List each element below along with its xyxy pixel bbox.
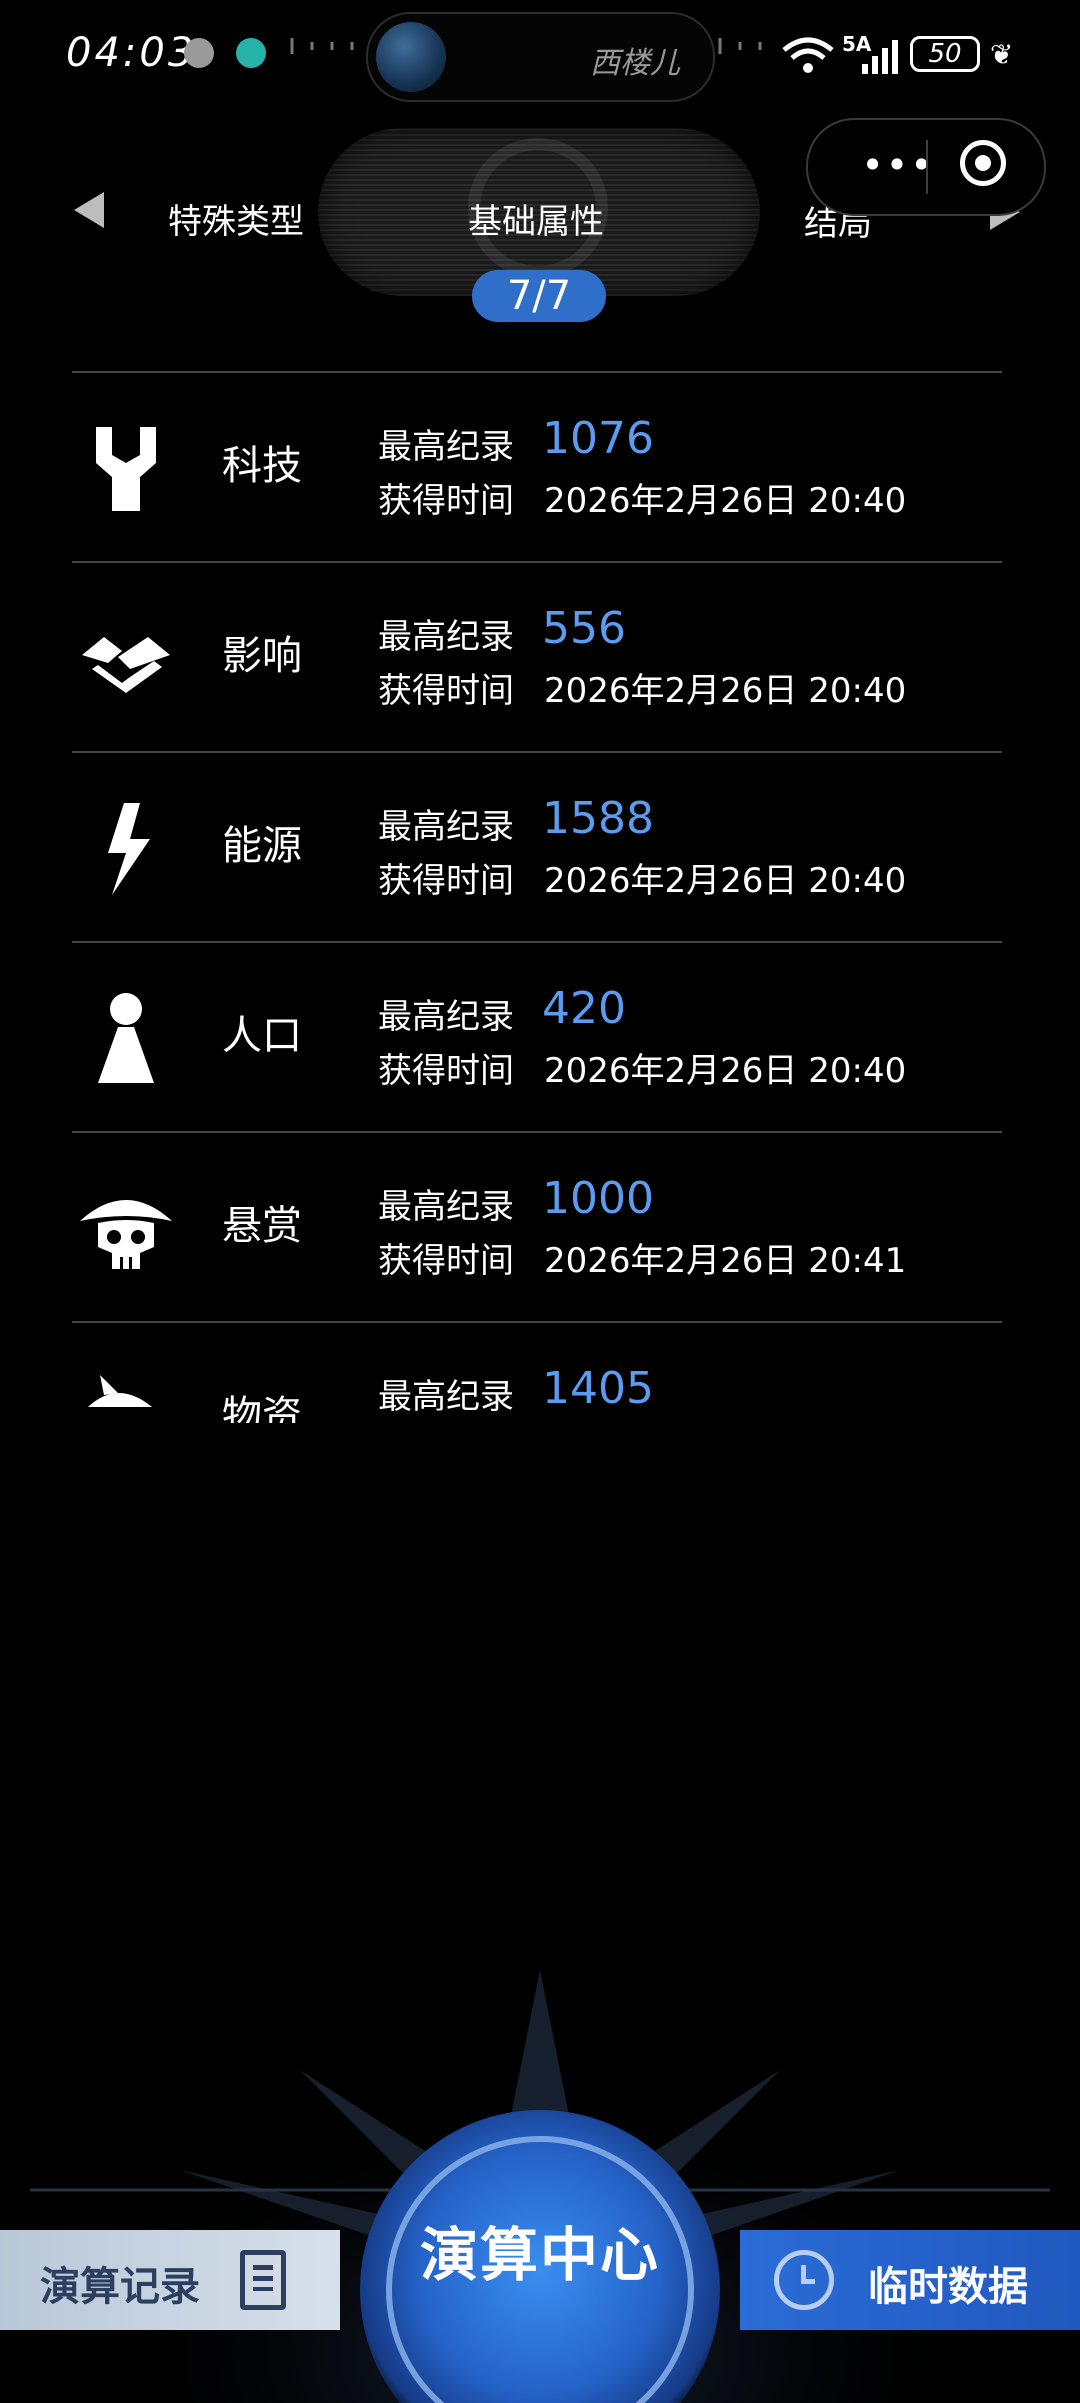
record-value: 1076: [542, 413, 654, 464]
temp-data-tab[interactable]: 临时数据: [740, 2230, 1080, 2330]
lightning-icon: [108, 803, 150, 895]
leaf-icon: ❦: [990, 38, 1014, 71]
tab-prev[interactable]: 特殊类型: [168, 194, 304, 243]
tab-current[interactable]: 基础属性: [468, 194, 604, 243]
record-value: 420: [542, 983, 626, 1034]
record-value: 1000: [542, 1173, 654, 1224]
record-name: 影响: [222, 633, 302, 679]
bottom-nav: 演算记录 临时数据 演算中心: [0, 1930, 1080, 2403]
calc-center-label: 演算中心: [419, 2221, 660, 2289]
record-date: 2026年2月26日 20:41: [544, 1241, 907, 1281]
dynamic-island: 西楼儿: [366, 12, 715, 102]
miniprogram-capsule: •••: [806, 118, 1046, 216]
clock-icon: [774, 2250, 834, 2310]
more-button[interactable]: •••: [838, 120, 958, 214]
status-ticks-right: [718, 38, 762, 54]
record-row-tech[interactable]: 科技 最高纪录 1076 获得时间 2026年2月26日 20:40: [72, 373, 1002, 561]
record-date: 2026年2月26日 20:40: [544, 671, 907, 711]
record-name: 人口: [222, 1013, 302, 1059]
document-icon: [240, 2250, 286, 2310]
record-label: 最高纪录: [378, 807, 514, 847]
supplies-icon: [88, 1375, 152, 1407]
battery-indicator: 50: [910, 36, 980, 72]
record-label: 最高纪录: [378, 617, 514, 657]
time-label: 获得时间: [378, 671, 514, 711]
time-label: 获得时间: [378, 1051, 514, 1091]
record-date: 2026年2月26日 20:40: [544, 481, 907, 521]
records-list: 科技 最高纪录 1076 获得时间 2026年2月26日 20:40 影响 最高…: [72, 371, 1002, 1423]
calc-record-label: 演算记录: [40, 2264, 200, 2310]
close-target-button[interactable]: [960, 140, 1006, 186]
record-row-energy[interactable]: 能源 最高纪录 1588 获得时间 2026年2月26日 20:40: [72, 753, 1002, 941]
page-indicator: 7/7: [472, 270, 606, 322]
time-label: 获得时间: [378, 481, 514, 521]
record-name: 物资: [222, 1393, 302, 1423]
prev-arrow-icon[interactable]: [74, 192, 104, 228]
notification-icon: [184, 38, 214, 68]
globe-icon: [376, 22, 446, 92]
record-date: 2026年2月26日 20:40: [544, 1051, 907, 1091]
time-label: 获得时间: [378, 1241, 514, 1281]
wrench-icon: [96, 427, 156, 511]
signal-icon: [862, 40, 898, 74]
record-row-population[interactable]: 人口 最高纪录 420 获得时间 2026年2月26日 20:40: [72, 943, 1002, 1131]
record-date: 2026年2月26日 20:40: [544, 861, 907, 901]
calc-record-tab[interactable]: 演算记录: [0, 2230, 340, 2330]
wifi-icon: [782, 37, 834, 73]
capsule-divider: [926, 140, 928, 194]
record-name: 能源: [222, 823, 302, 869]
app-notification-icon: [236, 38, 266, 68]
status-bar: 04:03 西楼儿 5A 50 ❦: [0, 0, 1080, 110]
temp-data-label: 临时数据: [868, 2264, 1028, 2310]
record-row-supplies[interactable]: 物资 最高纪录 1405: [72, 1323, 1002, 1423]
island-text: 西楼儿: [590, 46, 680, 81]
record-row-bounty[interactable]: 悬赏 最高纪录 1000 获得时间 2026年2月26日 20:41: [72, 1133, 1002, 1321]
record-label: 最高纪录: [378, 1377, 514, 1417]
handshake-icon: [82, 637, 170, 693]
record-name: 科技: [222, 443, 302, 489]
record-label: 最高纪录: [378, 997, 514, 1037]
record-row-influence[interactable]: 影响 最高纪录 556 获得时间 2026年2月26日 20:40: [72, 563, 1002, 751]
person-icon: [98, 993, 154, 1083]
record-value: 1588: [542, 793, 654, 844]
pirate-skull-icon: [80, 1200, 172, 1269]
status-ticks: [290, 38, 354, 54]
time-label: 获得时间: [378, 861, 514, 901]
record-name: 悬赏: [222, 1203, 302, 1249]
record-value: 556: [542, 603, 626, 654]
record-label: 最高纪录: [378, 1187, 514, 1227]
record-value: 1405: [542, 1363, 654, 1414]
status-time: 04:03: [66, 30, 197, 76]
record-label: 最高纪录: [378, 427, 514, 467]
